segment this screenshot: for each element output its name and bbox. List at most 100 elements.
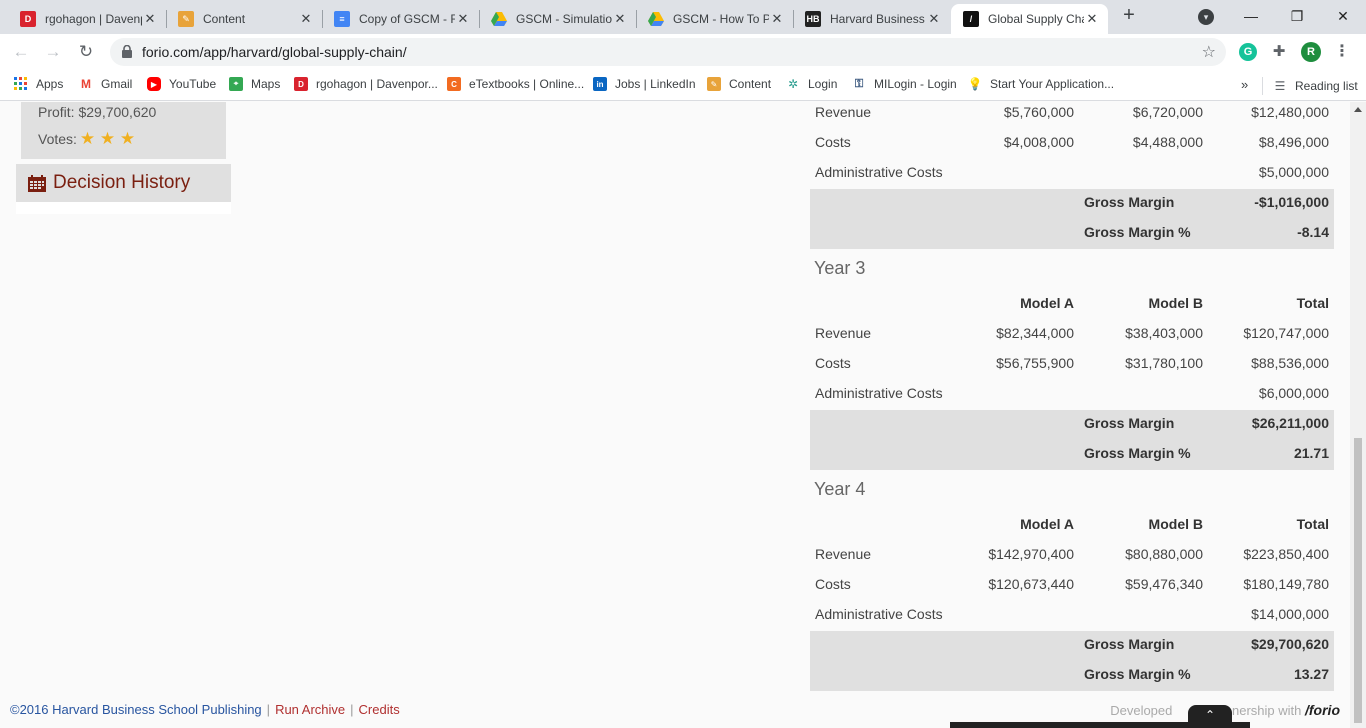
row-label: Revenue xyxy=(815,104,872,120)
back-button[interactable]: ← xyxy=(10,41,32,63)
footer-separator: | xyxy=(266,702,271,717)
table-row: Costs $4,008,000 $4,488,000 $8,496,000 xyxy=(810,129,1334,159)
forio-logo: /forio xyxy=(1305,702,1340,718)
forward-button[interactable]: → xyxy=(42,41,64,63)
browser-tab[interactable]: HB Harvard Business P ✕ xyxy=(793,4,950,34)
year-heading: Year 4 xyxy=(814,479,866,499)
new-tab-button[interactable]: + xyxy=(1118,5,1140,27)
star-rating: ★ ★ ★ xyxy=(79,129,136,148)
bookmark-label: Start Your Application... xyxy=(990,77,1115,91)
url-text: forio.com/app/harvard/global-supply-chai… xyxy=(142,44,407,60)
tab-title: GSCM - How To Pla xyxy=(673,12,769,26)
bookmark-label: Content xyxy=(729,77,772,91)
close-icon[interactable]: ✕ xyxy=(298,11,314,27)
restore-button[interactable]: ❐ xyxy=(1274,4,1320,28)
row-label: Costs xyxy=(815,134,851,150)
extensions-puzzle-icon[interactable]: ✚ xyxy=(1270,43,1288,61)
bookmark-login[interactable]: ✲ Login xyxy=(786,77,837,91)
gmail-icon: M xyxy=(81,77,91,91)
bookmark-gmail[interactable]: M Gmail xyxy=(79,77,132,91)
gross-margin-row: Gross Margin -$1,016,000 xyxy=(810,189,1334,219)
page-footer: ©2016 Harvard Business School Publishing… xyxy=(10,702,400,717)
decision-history-button[interactable]: Decision History xyxy=(16,164,231,202)
close-icon[interactable]: ✕ xyxy=(1084,11,1100,27)
decision-history-label: Decision History xyxy=(53,172,191,193)
developed-text: Developed xyxy=(1110,703,1173,718)
close-icon[interactable]: ✕ xyxy=(142,11,158,27)
etextbooks-icon: C xyxy=(447,77,461,91)
drive-icon xyxy=(491,11,507,27)
browser-tab[interactable]: GSCM - Simulation ✕ xyxy=(479,4,636,34)
total-value: $8,496,000 xyxy=(1258,134,1329,150)
total-value: $6,000,000 xyxy=(1258,385,1329,401)
address-bar[interactable]: forio.com/app/harvard/global-supply-chai… xyxy=(110,38,1226,66)
close-icon[interactable]: ✕ xyxy=(769,11,785,27)
table-row: Revenue $142,970,400 $80,880,000 $223,85… xyxy=(810,541,1334,571)
model-b-value: $4,488,000 xyxy=(1132,134,1203,150)
table-row: Revenue $5,760,000 $6,720,000 $12,480,00… xyxy=(810,102,1334,129)
model-a-value: $4,008,000 xyxy=(1003,134,1074,150)
reading-list-button[interactable]: ☰ Reading list xyxy=(1262,77,1358,95)
pencil-icon: ✎ xyxy=(707,77,721,91)
minimize-button[interactable]: — xyxy=(1228,4,1274,28)
gross-margin-row: Gross Margin $29,700,620 xyxy=(810,631,1334,661)
gross-margin-row: Gross Margin $26,211,000 xyxy=(810,410,1334,440)
profit-text: Profit: $29,700,620 xyxy=(38,104,157,120)
bookmark-davenport[interactable]: D rgohagon | Davenpor... xyxy=(294,77,438,91)
reading-list-icon: ☰ xyxy=(1274,79,1286,93)
close-icon[interactable]: ✕ xyxy=(612,11,628,27)
credits-link[interactable]: Credits xyxy=(359,702,400,717)
run-archive-link[interactable]: Run Archive xyxy=(275,702,345,717)
bookmark-label: Jobs | LinkedIn xyxy=(615,77,696,91)
table-row: Administrative Costs $14,000,000 xyxy=(810,601,1334,631)
browser-tab-active[interactable]: / Global Supply Chai ✕ xyxy=(951,4,1108,34)
drive-icon xyxy=(648,11,664,27)
calendar-icon xyxy=(28,174,46,192)
chevron-up-icon[interactable]: ⌃ xyxy=(1188,705,1232,725)
gross-margin-label: Gross Margin xyxy=(1084,194,1175,210)
bookmark-linkedin[interactable]: in Jobs | LinkedIn xyxy=(593,77,696,91)
total-value: $180,149,780 xyxy=(1243,576,1329,592)
menu-kebab-icon[interactable]: ⋮ xyxy=(1333,43,1351,61)
gross-margin-value: $26,211,000 xyxy=(1251,415,1329,431)
profile-avatar[interactable]: R xyxy=(1301,42,1321,62)
row-label: Costs xyxy=(815,355,851,371)
window-close-button[interactable]: ✕ xyxy=(1320,4,1366,28)
browser-toolbar: ← → ↻ forio.com/app/harvard/global-suppl… xyxy=(0,34,1366,70)
scrollbar-thumb[interactable] xyxy=(1354,438,1362,723)
bookmark-milogin[interactable]: ⚿ MILogin - Login xyxy=(852,77,957,91)
scroll-up-arrow-icon[interactable] xyxy=(1354,107,1362,112)
page-scrollbar[interactable] xyxy=(1350,102,1366,728)
browser-tab[interactable]: D rgohagon | Davenp ✕ xyxy=(8,4,166,34)
bookmark-star-icon[interactable]: ☆ xyxy=(1202,42,1216,62)
tab-search-icon[interactable]: ▾ xyxy=(1198,9,1214,25)
copyright-link[interactable]: ©2016 Harvard Business School Publishing xyxy=(10,702,262,717)
bookmark-label: Apps xyxy=(36,77,64,91)
bookmark-apps[interactable]: Apps xyxy=(14,77,63,91)
close-icon[interactable]: ✕ xyxy=(455,11,471,27)
bookmark-start-application[interactable]: 💡 Start Your Application... xyxy=(968,77,1115,91)
bookmark-label: Maps xyxy=(251,77,281,91)
browser-tab[interactable]: GSCM - How To Pla ✕ xyxy=(636,4,793,34)
gross-margin-pct-row: Gross Margin % 21.71 xyxy=(810,440,1334,470)
model-a-value: $120,673,440 xyxy=(988,576,1074,592)
bookmark-label: MILogin - Login xyxy=(874,77,957,91)
tab-title: Harvard Business P xyxy=(830,12,926,26)
more-bookmarks-button[interactable]: » xyxy=(1241,77,1248,92)
bookmark-label: Gmail xyxy=(101,77,133,91)
bookmark-content[interactable]: ✎ Content xyxy=(707,77,771,91)
bookmark-youtube[interactable]: ▶ YouTube xyxy=(147,77,216,91)
bookmark-etextbooks[interactable]: C eTextbooks | Online... xyxy=(447,77,584,91)
model-a-value: $142,970,400 xyxy=(988,546,1074,562)
model-b-value: $38,403,000 xyxy=(1125,325,1203,341)
bookmark-maps[interactable]: ⌖ Maps xyxy=(229,77,280,91)
reload-button[interactable]: ↻ xyxy=(75,41,97,63)
close-icon[interactable]: ✕ xyxy=(926,11,942,27)
total-value: $223,850,400 xyxy=(1243,546,1329,562)
grammarly-icon[interactable]: G xyxy=(1239,43,1257,61)
votes-row: Votes: ★ ★ ★ xyxy=(38,129,135,149)
browser-tab[interactable]: ≡ Copy of GSCM - Re ✕ xyxy=(322,4,479,34)
browser-tab[interactable]: ✎ Content ✕ xyxy=(166,4,322,34)
gross-margin-value: -$1,016,000 xyxy=(1254,194,1329,210)
total-value: $14,000,000 xyxy=(1251,606,1329,622)
